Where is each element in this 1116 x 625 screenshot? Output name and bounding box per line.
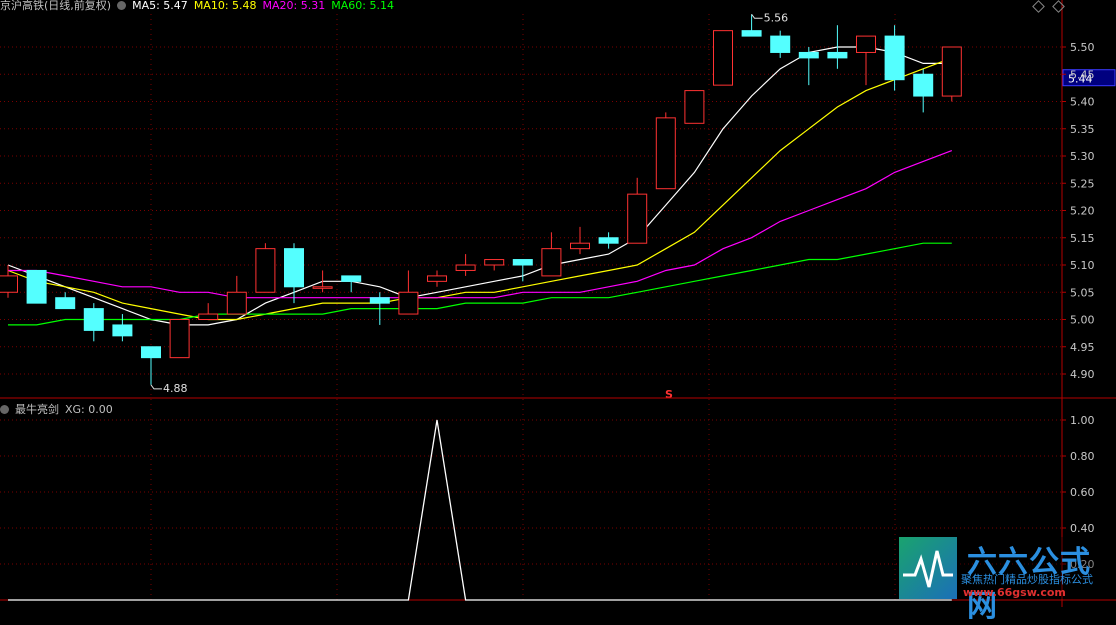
ma5-label: MA5: 5.47: [132, 0, 188, 12]
candle-body: [798, 51, 819, 59]
moving-average-lines: [7, 46, 953, 326]
candle-body: [827, 51, 848, 59]
candle-body: [741, 30, 762, 37]
low-price-label: 4.88: [163, 382, 188, 395]
candle-body: [570, 242, 590, 250]
ytick-label-6: 5.20: [1070, 205, 1095, 218]
ytick-label-12: 4.90: [1070, 368, 1095, 381]
ma10-label: MA10: 5.48: [193, 0, 257, 12]
candle-body: [284, 248, 304, 288]
candle-body: [627, 193, 648, 244]
candle-body: [198, 313, 219, 320]
low-price-pointer: [150, 384, 162, 390]
ytick-label-11: 4.95: [1070, 341, 1095, 354]
logo-url: www.66gsw.com: [963, 586, 1066, 599]
settings-dot-icon[interactable]: [117, 1, 127, 10]
candle-body: [941, 46, 962, 97]
xg-line: [8, 419, 952, 601]
candle-body: [26, 269, 47, 304]
ma10-line: [7, 57, 953, 321]
candle-body: [770, 35, 791, 53]
ma20-line: [8, 150, 953, 299]
candle-body: [684, 90, 705, 124]
ytick-label-10: 5.00: [1070, 314, 1095, 327]
logo-tagline: 聚焦热门精品炒股指标公式: [961, 573, 1093, 586]
candlestick-series: [0, 14, 962, 385]
sub-ytick-label-1: 0.80: [1070, 450, 1095, 463]
ytick-label-3: 5.35: [1070, 123, 1095, 136]
indicator-value: XG: 0.00: [65, 403, 113, 416]
logo-mark-icon: [899, 537, 957, 599]
high-price-pointer: [751, 14, 763, 19]
ma5-line: [7, 46, 952, 326]
candle-body: [55, 297, 76, 310]
ytick-label-2: 5.40: [1070, 96, 1095, 109]
ytick-label-7: 5.15: [1070, 232, 1095, 245]
sub-ytick-label-0: 1.00: [1070, 414, 1095, 427]
candle-body: [484, 259, 505, 266]
ytick-label-8: 5.10: [1070, 259, 1095, 272]
candle-body: [169, 319, 190, 359]
candle-body: [884, 35, 905, 81]
main-chart-header: 京沪高铁(日线,前复权) MA5: 5.47 MA10: 5.48 MA20: 5.3…: [0, 0, 400, 13]
ytick-label-0: 5.50: [1070, 41, 1095, 54]
sub-ytick-label-3: 0.40: [1070, 522, 1095, 535]
indicator-settings-dot-icon[interactable]: [0, 405, 9, 414]
signal-marker-s: S: [665, 388, 673, 401]
ma20-label: MA20: 5.31: [262, 0, 326, 12]
ytick-label-9: 5.05: [1070, 286, 1095, 299]
candle-body: [312, 286, 333, 289]
ytick-label-5: 5.25: [1070, 177, 1095, 190]
ytick-label-4: 5.30: [1070, 150, 1095, 163]
ma60-label: MA60: 5.14: [331, 0, 394, 12]
candle-body: [226, 291, 247, 315]
candle-body: [398, 291, 419, 315]
candle-body: [512, 259, 533, 266]
candle-body: [913, 73, 934, 97]
grid-lines: [0, 14, 1062, 600]
ytick-label-1: 5.45: [1070, 68, 1095, 81]
high-price-label: 5.56: [764, 11, 789, 24]
candle-body: [83, 308, 104, 331]
chart-title: 京沪高铁(日线,前复权): [0, 0, 112, 12]
candle-body: [427, 275, 447, 282]
candle-body: [856, 35, 876, 53]
sub-ytick-label-2: 0.60: [1070, 486, 1095, 499]
candle-body: [369, 297, 390, 304]
watermark-logo: 六六公式网 聚焦热门精品炒股指标公式 www.66gsw.com: [899, 537, 1114, 624]
candle-body: [341, 275, 362, 282]
indicator-title: 最牛亮剑: [15, 403, 59, 416]
candle-body: [255, 248, 276, 293]
candle-body: [141, 346, 161, 359]
candle-body: [598, 237, 619, 244]
candle-body: [541, 248, 562, 277]
candle-body: [112, 324, 133, 337]
candle-body: [655, 117, 676, 190]
indicator-header: 最牛亮剑 XG: 0.00: [0, 401, 119, 417]
candle-body: [0, 275, 18, 293]
candle-body: [455, 264, 476, 271]
candle-body: [713, 30, 733, 86]
chart-canvas[interactable]: 5.564.88 S5.44 5.505.455.405.355.305.255.…: [0, 0, 1116, 607]
